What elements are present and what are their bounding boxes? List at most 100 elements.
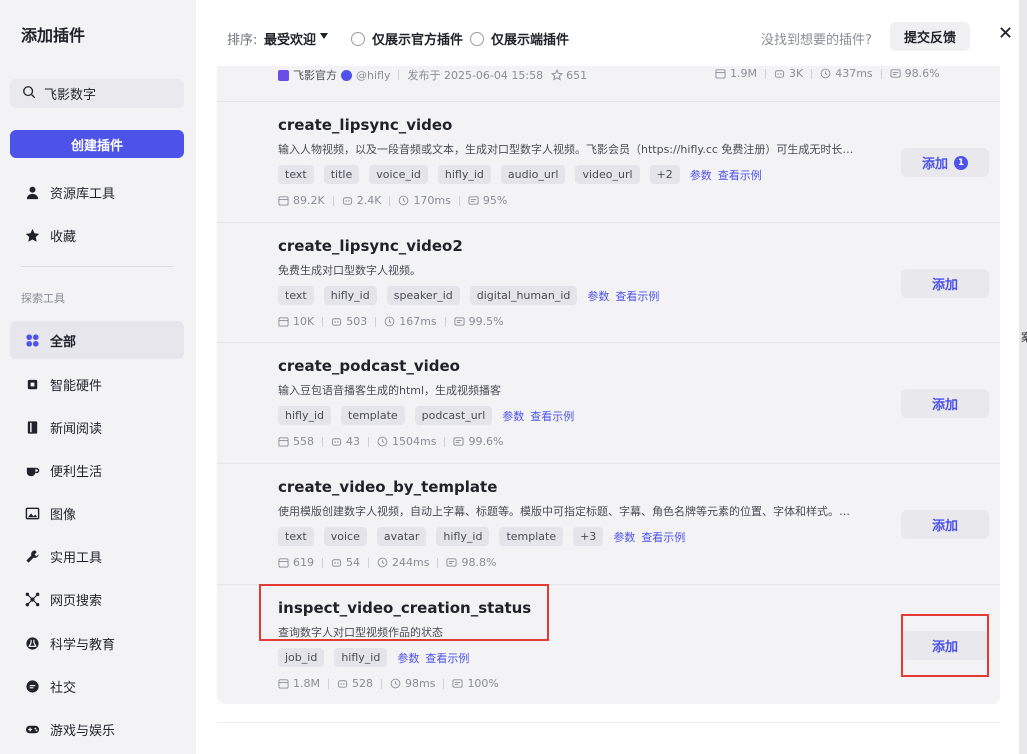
bot-icon: [342, 197, 352, 205]
divider: [217, 722, 1000, 723]
nav-item-news[interactable]: 新闻阅读: [10, 408, 184, 446]
nav-label: 社交: [50, 680, 77, 696]
divider: [322, 436, 323, 447]
param-tag: text: [278, 527, 314, 546]
nav-item-all[interactable]: 全部: [10, 321, 184, 359]
add-button[interactable]: 添加: [901, 389, 989, 418]
nav-item-library-tools[interactable]: 资源库工具: [10, 173, 184, 211]
chevron-down-icon[interactable]: [320, 33, 328, 39]
add-label: 添加: [921, 157, 948, 172]
tool-name: create_video_by_template: [278, 478, 498, 496]
bots-count: 528: [351, 677, 373, 690]
tool-stats: 10K 503 167ms 99.5%: [278, 315, 504, 328]
tool-stats: 558 43 1504ms 99.6%: [278, 435, 503, 448]
nav-item-smart-hardware[interactable]: 智能硬件: [10, 365, 184, 403]
radio-circle-icon[interactable]: [470, 31, 484, 46]
radio-circle-icon[interactable]: [351, 31, 365, 46]
example-link[interactable]: 查看示例: [615, 288, 659, 304]
bots-stat: 54: [331, 556, 360, 569]
image-icon: [24, 505, 40, 521]
close-icon[interactable]: [995, 22, 1015, 42]
nav-item-life[interactable]: 便利生活: [10, 451, 184, 489]
tool-stats: 619 54 244ms 98.8%: [278, 556, 496, 569]
cup-icon: [24, 462, 40, 478]
tool-name: create_podcast_video: [278, 357, 460, 375]
add-button[interactable]: 添加 1: [901, 148, 989, 177]
params-link[interactable]: 参数: [587, 288, 609, 304]
sort-label: 排序:: [227, 33, 258, 48]
success-rate: 99.6%: [468, 435, 504, 448]
submit-feedback-button[interactable]: 提交反馈: [890, 22, 970, 51]
author-name[interactable]: 飞影官方: [293, 67, 337, 83]
divider: [332, 195, 334, 206]
example-link[interactable]: 查看示例: [641, 529, 685, 545]
param-tag: audio_url: [500, 165, 566, 184]
favorites-count: 651: [566, 68, 588, 82]
usage-stat: 10K: [278, 315, 314, 328]
calendar-icon: [278, 317, 289, 327]
sort-select[interactable]: 最受欢迎: [264, 29, 316, 48]
previous-plugin-stats: 1.9M 3K 437ms 98.6%: [715, 67, 940, 80]
params-link[interactable]: 参数: [397, 650, 419, 666]
grid-icon: [24, 332, 40, 348]
latency-stat: 1504ms: [377, 435, 436, 448]
create-plugin-button[interactable]: 创建插件: [10, 130, 184, 158]
highlight-box-tool-name: [259, 584, 549, 641]
clock-icon: [820, 68, 831, 79]
usage-count: 10K: [293, 315, 315, 328]
divider: [368, 436, 369, 447]
example-link[interactable]: 查看示例: [718, 167, 762, 183]
nav-item-web-search[interactable]: 网页搜索: [10, 580, 184, 618]
bots-count: 2.4K: [356, 194, 382, 207]
usage-stat: 89.2K: [278, 194, 325, 207]
params-link[interactable]: 参数: [613, 529, 635, 545]
divider: [443, 678, 445, 689]
success-rate: 99.5%: [468, 315, 504, 328]
plugin-tool-card: create_lipsync_video2 免费生成对口型数字人视频。 text…: [217, 222, 1000, 343]
usage-stat: 619: [278, 556, 314, 569]
nav-item-image[interactable]: 图像: [10, 494, 184, 532]
added-count-badge: 1: [954, 155, 968, 170]
example-link[interactable]: 查看示例: [425, 650, 469, 666]
param-tag: hifly_id: [323, 286, 377, 305]
success-rate: 98.8%: [461, 556, 497, 569]
chat-icon: [24, 678, 40, 694]
add-button[interactable]: 添加: [901, 510, 989, 539]
nav-label: 收藏: [50, 229, 77, 245]
search-input[interactable]: [44, 86, 174, 101]
bot-icon: [331, 559, 342, 567]
add-button[interactable]: 添加: [901, 269, 989, 298]
edge-only-radio[interactable]: 仅展示端插件: [470, 29, 569, 48]
calendar-icon: [278, 196, 289, 206]
nav-label: 智能硬件: [50, 378, 103, 394]
divider: [444, 316, 446, 327]
nav-item-favorites[interactable]: 收藏: [10, 216, 184, 254]
search-box[interactable]: [10, 79, 184, 108]
favorites-stat: 651: [551, 69, 587, 82]
calendar-icon: [278, 679, 289, 689]
nav-label: 科学与教育: [50, 637, 116, 653]
nav-item-utility[interactable]: 实用工具: [10, 537, 184, 575]
more-tags[interactable]: +2: [649, 165, 680, 184]
nav-item-games[interactable]: 游戏与娱乐: [10, 710, 184, 748]
clock-icon: [377, 557, 388, 568]
nav-label: 图像: [50, 507, 77, 523]
params-link[interactable]: 参数: [502, 408, 524, 424]
params-link[interactable]: 参数: [690, 167, 712, 183]
official-only-radio[interactable]: 仅展示官方插件: [351, 29, 463, 48]
nav-item-social[interactable]: 社交: [10, 667, 184, 705]
param-tags: text voice avatar hifly_id template +3 参…: [278, 527, 691, 546]
param-tag: template: [341, 406, 405, 425]
section-label: 探索工具: [21, 292, 65, 305]
more-tags[interactable]: +3: [573, 527, 604, 546]
message-icon: [454, 317, 465, 326]
bot-icon: [774, 70, 785, 78]
book-icon: [24, 419, 40, 435]
nav-label: 全部: [50, 334, 77, 350]
example-link[interactable]: 查看示例: [530, 408, 574, 424]
sidebar: 添加插件 创建插件 资源库工具 收藏 探索工具 全部 智能硬件 新闻阅读 便利生…: [0, 0, 196, 754]
clock-icon: [377, 436, 388, 447]
bots-stat: 3K: [774, 67, 803, 80]
param-tags: text hifly_id speaker_id digital_human_i…: [278, 286, 665, 305]
nav-item-science[interactable]: 科学与教育: [10, 624, 184, 662]
